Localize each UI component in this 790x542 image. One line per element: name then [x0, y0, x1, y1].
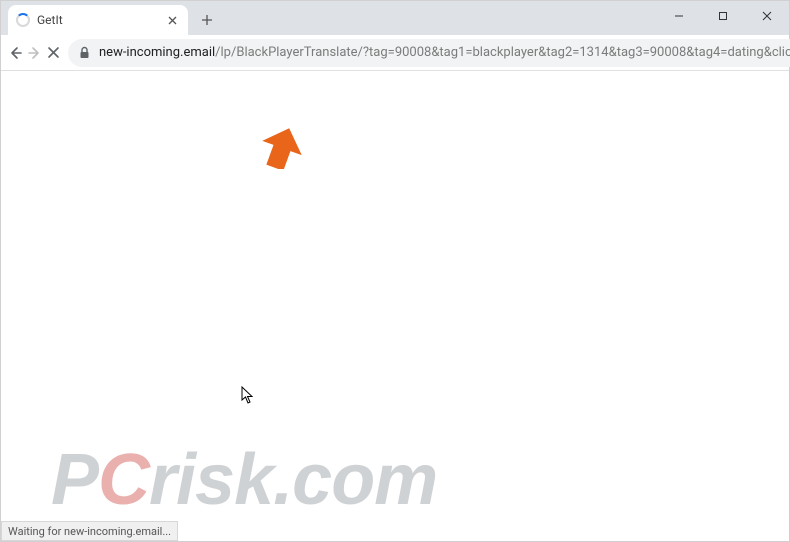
watermark-rest: risk.com: [149, 440, 437, 520]
url-path: /lp/BlackPlayerTranslate/?tag=90008&tag1…: [215, 45, 790, 60]
close-window-button[interactable]: [745, 1, 789, 31]
close-tab-button[interactable]: [164, 12, 180, 28]
forward-arrow-icon: [27, 45, 43, 61]
plus-icon: [201, 14, 213, 26]
tab-title: GetIt: [37, 13, 157, 27]
minimize-button[interactable]: [657, 1, 701, 31]
toolbar: new-incoming.email/lp/BlackPlayerTransla…: [1, 35, 789, 71]
window-controls: [657, 1, 789, 31]
stop-button[interactable]: [47, 39, 60, 67]
url-domain: new-incoming.email: [99, 45, 215, 60]
url-text: new-incoming.email/lp/BlackPlayerTransla…: [99, 45, 790, 60]
watermark-c: C: [98, 440, 149, 520]
annotation-arrow-icon: [261, 127, 303, 169]
mouse-cursor-icon: [241, 386, 255, 404]
close-icon: [168, 16, 177, 25]
back-arrow-icon: [7, 45, 23, 61]
stop-icon: [47, 46, 60, 59]
watermark-p: P: [51, 440, 98, 520]
minimize-icon: [674, 11, 684, 21]
close-icon: [762, 11, 772, 21]
loading-spinner-icon: [16, 13, 30, 27]
forward-button[interactable]: [27, 39, 43, 67]
maximize-button[interactable]: [701, 1, 745, 31]
status-text: Waiting for new-incoming.email...: [8, 525, 171, 538]
address-bar[interactable]: new-incoming.email/lp/BlackPlayerTransla…: [68, 39, 790, 67]
back-button[interactable]: [7, 39, 23, 67]
lock-icon: [78, 46, 91, 59]
watermark: PCrisk.com: [51, 439, 437, 521]
browser-tab[interactable]: GetIt: [8, 5, 188, 35]
maximize-icon: [718, 11, 728, 21]
titlebar: GetIt: [1, 1, 789, 35]
new-tab-button[interactable]: [194, 7, 220, 33]
browser-window: GetIt: [0, 0, 790, 542]
status-bar: Waiting for new-incoming.email...: [1, 521, 178, 541]
page-content: PCrisk.com Waiting for new-incoming.emai…: [1, 71, 789, 541]
